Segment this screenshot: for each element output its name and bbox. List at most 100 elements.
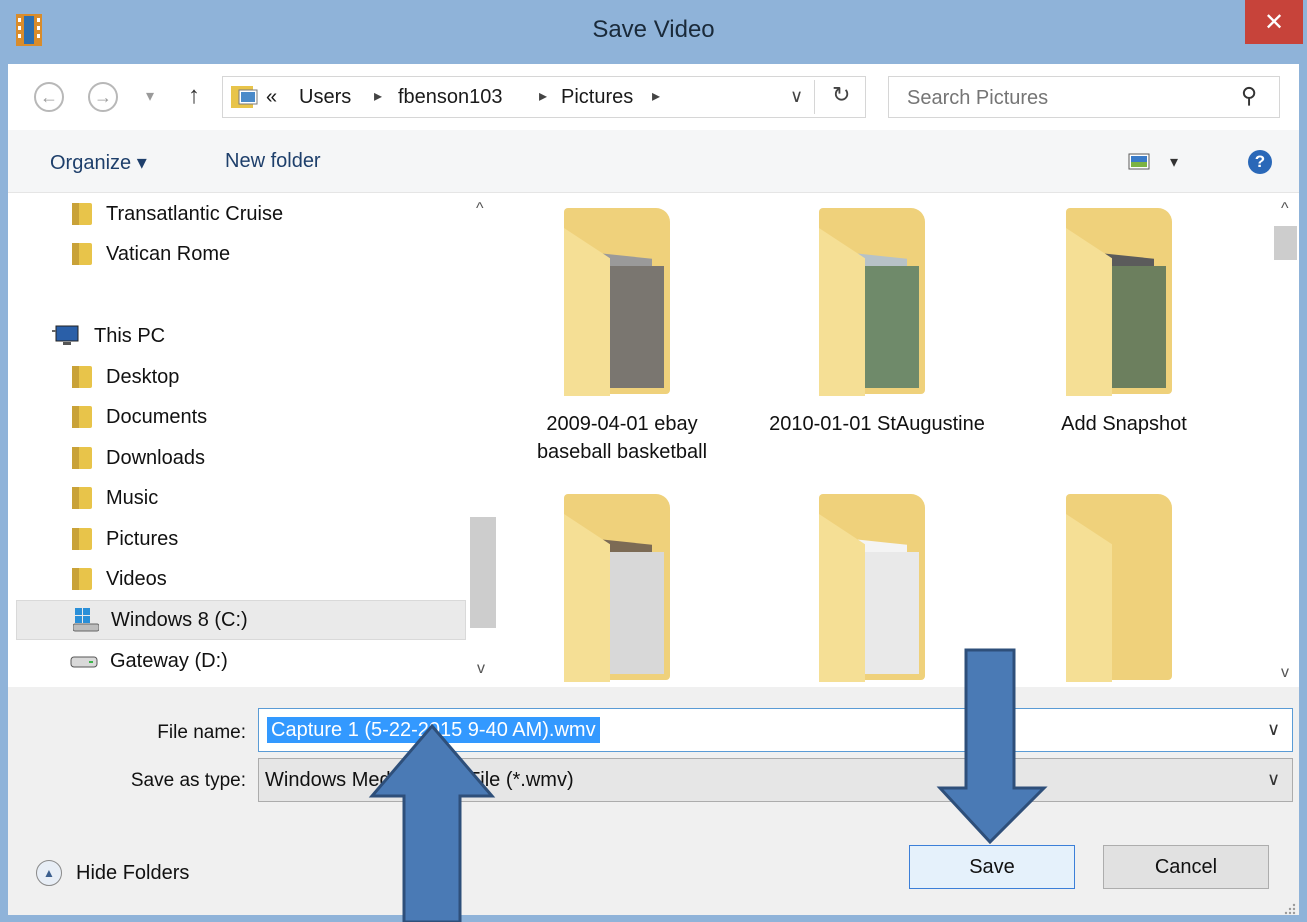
sidebar-item-documents[interactable]: Documents	[72, 397, 207, 437]
chevron-down-icon: ▾	[1170, 154, 1179, 171]
sidebar-item-label: Vatican Rome	[106, 242, 231, 265]
scroll-down-button[interactable]: v	[477, 660, 485, 678]
up-annotation-arrow	[368, 723, 496, 922]
forward-button[interactable]: →	[88, 82, 118, 112]
videos-folder-icon	[72, 568, 92, 590]
sidebar-item-transatlantic-cruise[interactable]: Transatlantic Cruise	[72, 194, 283, 234]
sidebar-item-downloads[interactable]: Downloads	[72, 438, 205, 478]
up-button[interactable]: ↑	[188, 82, 200, 110]
file-list-scrollbar[interactable]	[1272, 193, 1299, 687]
sidebar-item-label: Transatlantic Cruise	[106, 202, 284, 225]
sidebar-item-label: Desktop	[106, 365, 180, 388]
documents-folder-icon	[72, 406, 92, 428]
sidebar-item-pictures[interactable]: Pictures	[72, 519, 178, 559]
resize-grip-icon[interactable]	[1282, 898, 1296, 915]
back-button[interactable]: ←	[34, 82, 64, 112]
sidebar-item-vatican-rome[interactable]: Vatican Rome	[72, 234, 230, 274]
save-as-type-label: Save as type:	[130, 770, 246, 791]
chevron-down-icon[interactable]: ∨	[1267, 769, 1280, 790]
folder-item[interactable]: Add Snapshot	[1014, 208, 1234, 438]
chevron-down-icon: ▾	[146, 88, 155, 105]
file-list-scroll-thumb[interactable]	[1274, 226, 1297, 260]
navigation-scroll-thumb[interactable]	[470, 517, 496, 628]
folder-icon	[72, 203, 92, 225]
breadcrumb-separator[interactable]: ▸	[374, 86, 382, 106]
sidebar-item-label: Gateway (D:)	[110, 649, 228, 672]
folder-icon	[564, 208, 680, 396]
new-folder-button[interactable]: New folder	[225, 150, 321, 173]
sidebar-item-gateway-d[interactable]: Gateway (D:)	[70, 641, 228, 681]
search-input[interactable]	[905, 84, 1229, 112]
breadcrumb-users[interactable]: Users	[299, 86, 351, 109]
refresh-button[interactable]: ↻	[832, 82, 850, 108]
drive-icon	[70, 656, 98, 668]
windows-drive-icon	[73, 608, 99, 632]
arrow-left-icon: ←	[40, 86, 58, 107]
cancel-button[interactable]: Cancel	[1103, 845, 1269, 889]
sidebar-item-label: Windows 8 (C:)	[111, 608, 248, 631]
sidebar-item-videos[interactable]: Videos	[72, 559, 167, 599]
help-icon: ?	[1254, 152, 1266, 171]
downloads-folder-icon	[72, 447, 92, 469]
down-annotation-arrow	[936, 648, 1048, 844]
title-bar[interactable]: Save Video ✕	[0, 0, 1307, 64]
breadcrumb-separator[interactable]: ▸	[539, 86, 547, 106]
hide-folders-label: Hide Folders	[76, 861, 190, 884]
pictures-location-icon	[231, 84, 261, 110]
sidebar-item-label: Music	[106, 486, 159, 509]
save-button[interactable]: Save	[909, 845, 1075, 889]
scroll-up-button[interactable]: ^	[476, 200, 484, 218]
recent-locations-button[interactable]: ▾	[146, 86, 154, 106]
breadcrumb-fbenson103[interactable]: fbenson103	[398, 86, 503, 109]
music-folder-icon	[72, 487, 92, 509]
folder-icon	[72, 243, 92, 265]
address-dropdown-button[interactable]: ∨	[790, 86, 803, 107]
organize-menu-button[interactable]: Organize ▾	[50, 150, 147, 175]
scroll-down-button[interactable]: v	[1281, 664, 1289, 682]
refresh-icon: ↻	[832, 82, 851, 107]
search-icon[interactable]: ⚲	[1241, 83, 1257, 109]
command-toolbar	[8, 130, 1299, 193]
window-title: Save Video	[592, 16, 715, 43]
hide-folders-button[interactable]: ▲ Hide Folders	[36, 860, 189, 886]
folder-icon	[1066, 208, 1182, 396]
desktop-folder-icon	[72, 366, 92, 388]
close-icon: ✕	[1263, 8, 1285, 36]
folder-label: Add Snapshot	[1061, 413, 1187, 435]
folder-label: 2010-01-01 StAugustine	[769, 413, 985, 435]
close-button[interactable]: ✕	[1245, 0, 1303, 44]
change-view-button[interactable]	[1128, 152, 1152, 172]
folder-icon	[564, 494, 680, 682]
chevron-down-icon: ∨	[790, 86, 804, 106]
sidebar-item-label: This PC	[94, 324, 166, 347]
folder-item[interactable]	[512, 494, 732, 696]
folder-icon	[1066, 494, 1182, 682]
sidebar-item-label: Videos	[106, 567, 167, 590]
computer-icon	[52, 325, 79, 345]
folder-item[interactable]: 2010-01-01 StAugustine	[767, 208, 987, 438]
sidebar-item-windows-8-c[interactable]: Windows 8 (C:)	[16, 600, 466, 640]
sidebar-item-this-pc[interactable]: This PC	[52, 316, 165, 356]
sidebar-item-desktop[interactable]: Desktop	[72, 357, 179, 397]
folder-icon	[819, 494, 935, 682]
pictures-folder-icon	[72, 528, 92, 550]
scroll-up-button[interactable]: ^	[1281, 200, 1289, 218]
help-button[interactable]: ?	[1248, 150, 1272, 174]
breadcrumb-overflow[interactable]: «	[266, 86, 277, 109]
search-box[interactable]: ⚲	[888, 76, 1280, 118]
folder-icon	[819, 208, 935, 396]
view-options-button[interactable]: ▾	[1170, 152, 1178, 172]
view-icon	[1128, 153, 1150, 170]
file-name-label: File name:	[157, 722, 246, 743]
collapse-icon: ▲	[36, 860, 62, 886]
sidebar-item-label: Pictures	[106, 527, 179, 550]
arrow-up-icon: ↑	[188, 82, 200, 109]
folder-item[interactable]: 2009-04-01 ebay baseball basketball	[512, 208, 732, 466]
folder-label: 2009-04-01 ebay baseball basketball	[536, 413, 708, 463]
sidebar-item-music[interactable]: Music	[72, 478, 158, 518]
breadcrumb-pictures[interactable]: Pictures	[561, 86, 633, 109]
address-divider	[814, 80, 815, 114]
sidebar-item-label: Downloads	[106, 446, 205, 469]
breadcrumb-separator[interactable]: ▸	[652, 86, 660, 106]
chevron-down-icon[interactable]: ∨	[1267, 719, 1280, 740]
